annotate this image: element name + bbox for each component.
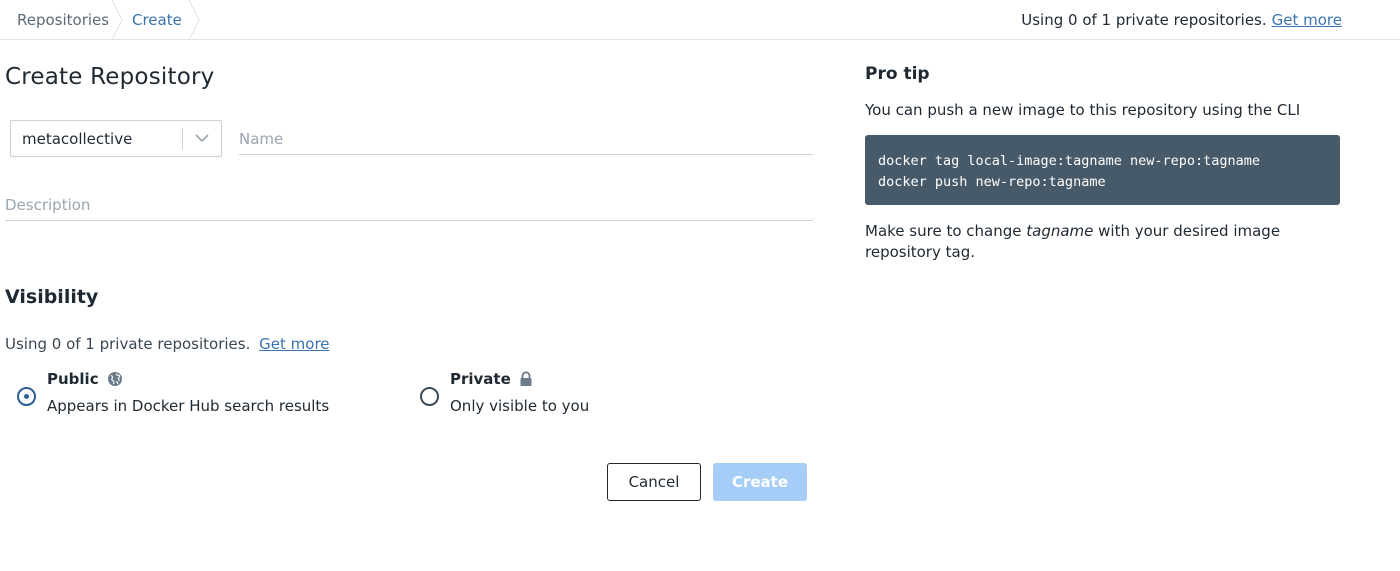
globe-icon	[107, 371, 123, 387]
visibility-title: Visibility	[5, 286, 99, 308]
description-field[interactable]	[5, 190, 813, 221]
namespace-select[interactable]: metacollective	[10, 120, 222, 157]
visibility-usage-text: Using 0 of 1 private repositories.	[5, 335, 251, 353]
private-label-row: Private	[450, 370, 533, 388]
public-label: Public	[47, 370, 99, 388]
top-bar: Repositories Create Using 0 of 1 private…	[0, 0, 1400, 40]
cancel-button[interactable]: Cancel	[607, 463, 701, 501]
cli-code-block: docker tag local-image:tagname new-repo:…	[865, 135, 1340, 205]
public-radio[interactable]	[17, 387, 36, 406]
page-title: Create Repository	[5, 64, 215, 90]
name-field[interactable]	[239, 124, 813, 155]
pro-tip-title: Pro tip	[865, 64, 930, 84]
public-description: Appears in Docker Hub search results	[47, 397, 330, 415]
visibility-usage: Using 0 of 1 private repositories. Get m…	[5, 335, 330, 353]
lock-icon	[519, 371, 533, 387]
create-button[interactable]: Create	[713, 463, 807, 501]
breadcrumb-separator-icon	[111, 0, 125, 40]
breadcrumb-create[interactable]: Create	[132, 0, 182, 40]
get-more-link[interactable]: Get more	[1272, 11, 1342, 29]
pro-tip-note: Make sure to change tagname with your de…	[865, 221, 1335, 263]
breadcrumb-repositories[interactable]: Repositories	[17, 0, 109, 40]
private-label: Private	[450, 370, 511, 388]
code-line-push: docker push new-repo:tagname	[878, 174, 1106, 190]
private-radio[interactable]	[420, 387, 439, 406]
public-label-row: Public	[47, 370, 123, 388]
pro-tip-note-before: Make sure to change	[865, 222, 1027, 240]
breadcrumb-separator-icon	[188, 0, 202, 40]
visibility-get-more-link[interactable]: Get more	[259, 335, 329, 353]
name-input[interactable]	[239, 124, 813, 154]
private-repo-usage-text: Using 0 of 1 private repositories.	[1021, 11, 1267, 29]
pro-tip-note-emphasis: tagname	[1026, 222, 1094, 240]
chevron-down-icon[interactable]	[183, 120, 221, 157]
private-repo-usage: Using 0 of 1 private repositories. Get m…	[1021, 0, 1342, 40]
description-input[interactable]	[5, 190, 813, 220]
private-description: Only visible to you	[450, 397, 590, 415]
namespace-value: metacollective	[22, 129, 133, 148]
code-line-tag: docker tag local-image:tagname new-repo:…	[878, 153, 1261, 169]
pro-tip-intro: You can push a new image to this reposit…	[865, 101, 1301, 119]
